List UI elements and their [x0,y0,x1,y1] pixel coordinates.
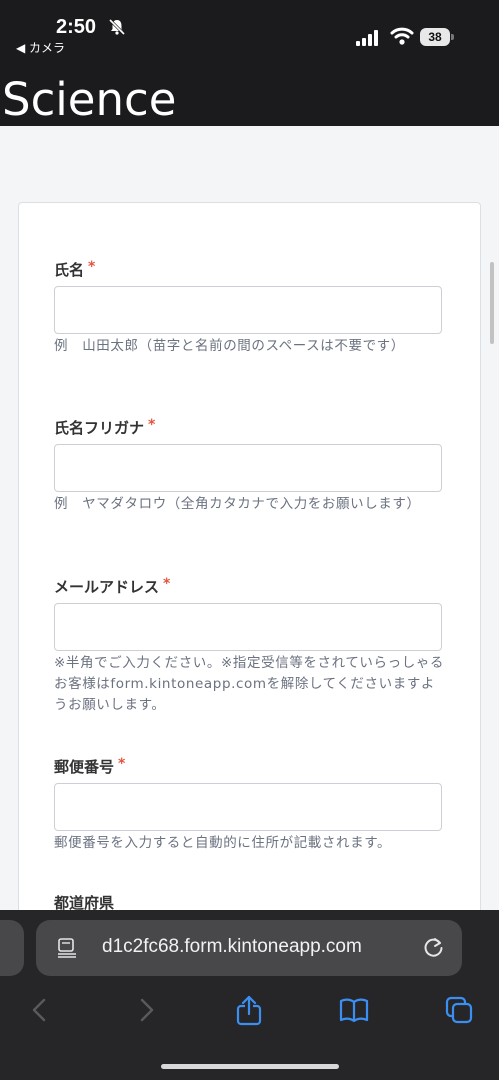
back-icon[interactable] [24,994,56,1026]
required-mark: * [118,756,126,772]
name-input[interactable] [54,286,442,334]
required-mark: * [88,259,96,275]
address-bar[interactable]: d1c2fc68.form.kintoneapp.com [36,920,462,976]
url-text[interactable]: d1c2fc68.form.kintoneapp.com [102,936,362,958]
bookmarks-icon[interactable] [338,994,370,1026]
mute-bell-icon [108,18,126,36]
home-indicator[interactable] [161,1064,339,1069]
email-label: メールアドレス * [54,576,171,596]
name-kana-label: 氏名フリガナ * [54,417,156,437]
cellular-signal-icon [356,30,378,46]
postal-code-label: 郵便番号 * [54,756,126,776]
required-mark: * [148,417,156,433]
required-mark: * [163,576,171,592]
postal-code-input[interactable] [54,783,442,831]
wifi-icon [390,27,414,45]
battery-icon: 38 [420,28,456,46]
name-kana-help-text: 例 ヤマダタロウ（全角カタカナで入力をお願いします） [54,496,421,512]
battery-level: 38 [420,28,450,46]
forward-icon[interactable] [130,994,162,1026]
postal-code-help-text: 郵便番号を入力すると自動的に住所が記載されます。 [54,835,392,851]
previous-tab-preview[interactable] [0,920,24,976]
name-help-text: 例 山田太郎（苗字と名前の間のスペースは不要です） [54,338,405,354]
status-time: 2:50 [56,16,97,38]
page-menu-icon[interactable] [58,938,76,958]
back-to-camera-link[interactable]: ◀ カメラ [16,39,65,56]
site-logo: Science [2,73,177,126]
top-bar: 2:50 ◀ カメラ 38 Science [0,0,499,126]
share-icon[interactable] [233,994,265,1026]
page-scrollbar[interactable] [490,262,494,344]
email-input[interactable] [54,603,442,651]
reload-icon[interactable] [422,935,446,959]
email-help-text: ※半角でご入力ください。※指定受信等をされていらっしゃるお客様はform.kin… [54,655,445,713]
tabs-icon[interactable] [443,994,475,1026]
name-kana-input[interactable] [54,444,442,492]
name-label: 氏名 * [54,259,96,279]
